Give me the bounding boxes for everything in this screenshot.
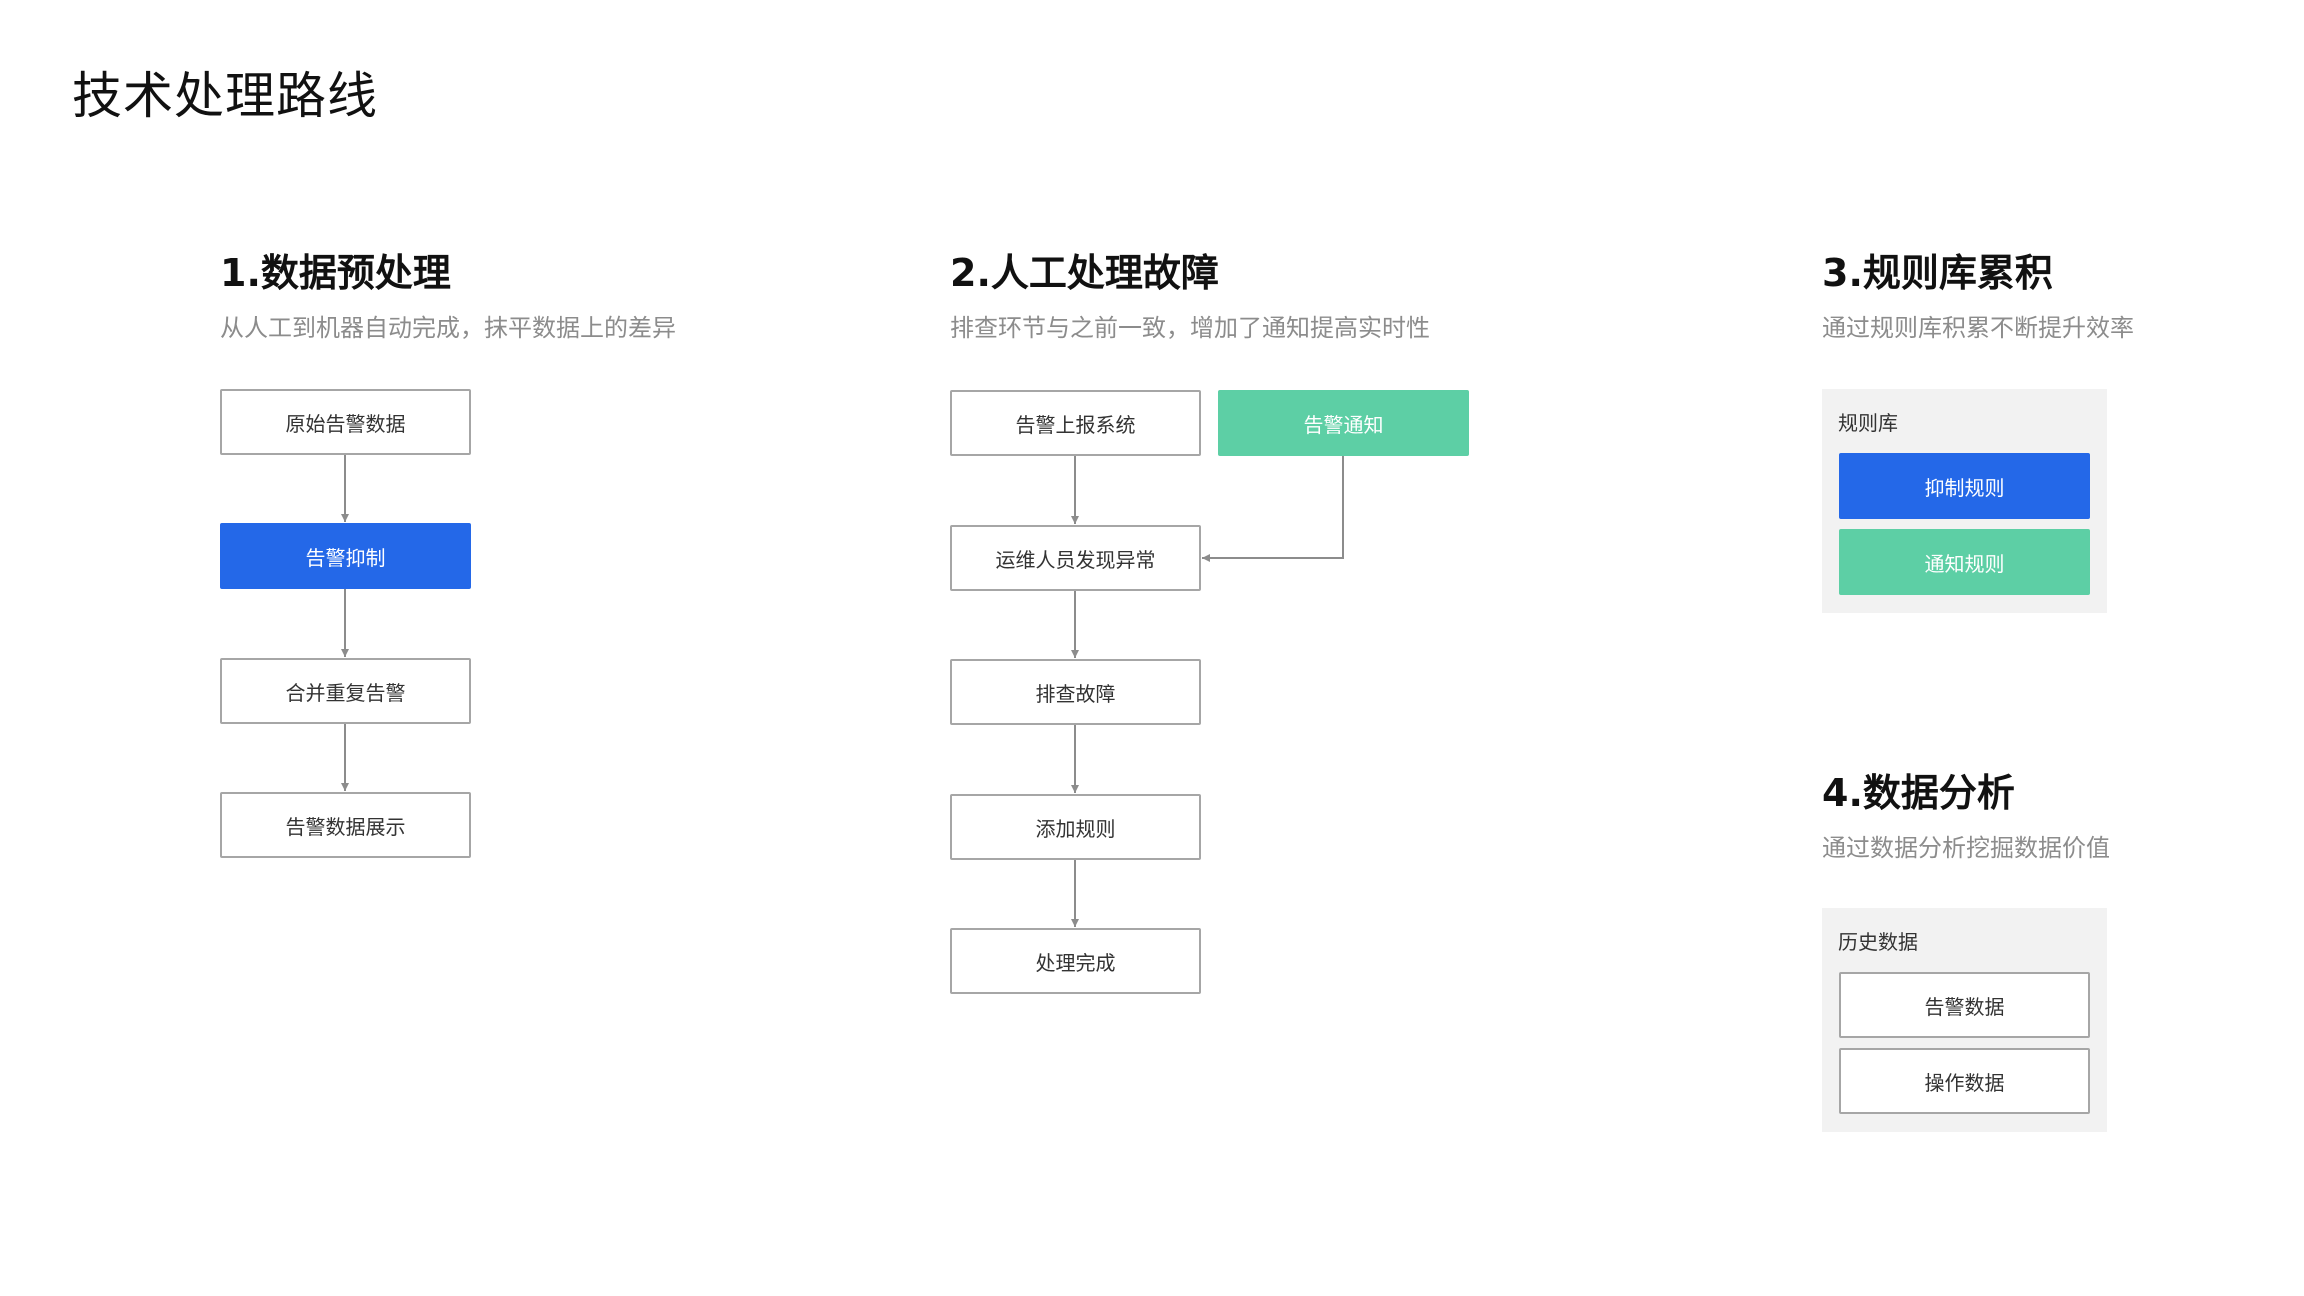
section-4-subtitle: 通过数据分析挖掘数据价值 [1822, 834, 2110, 862]
section-3-subtitle: 通过规则库积累不断提升效率 [1822, 314, 2134, 342]
node-alarm-notification: 告警通知 [1218, 390, 1469, 456]
section-2-title: 2.人工处理故障 [950, 251, 1219, 295]
node-alarm-suppression: 告警抑制 [220, 523, 471, 589]
arrow-notification-to-detect [1202, 456, 1344, 562]
node-troubleshoot: 排查故障 [950, 659, 1201, 725]
node-add-rule: 添加规则 [950, 794, 1201, 860]
node-processing-complete: 处理完成 [950, 928, 1201, 994]
history-data-label: 历史数据 [1838, 930, 1918, 954]
section-3-title: 3.规则库累积 [1822, 251, 2053, 295]
rule-library-label: 规则库 [1838, 411, 1898, 435]
section-1-title: 1.数据预处理 [220, 251, 451, 295]
node-alarm-data-display: 告警数据展示 [220, 792, 471, 858]
section-4-title: 4.数据分析 [1822, 771, 2015, 815]
node-ops-detect-anomaly: 运维人员发现异常 [950, 525, 1201, 591]
suppression-rule-item: 抑制规则 [1839, 453, 2090, 519]
page-title: 技术处理路线 [72, 67, 378, 125]
rule-library-panel: 规则库 抑制规则 通知规则 [1822, 389, 2107, 613]
history-data-panel: 历史数据 告警数据 操作数据 [1822, 908, 2107, 1132]
notification-rule-item: 通知规则 [1839, 529, 2090, 595]
node-merge-duplicate-alarms: 合并重复告警 [220, 658, 471, 724]
alarm-data-item: 告警数据 [1839, 972, 2090, 1038]
operation-data-item: 操作数据 [1839, 1048, 2090, 1114]
section-2-subtitle: 排查环节与之前一致，增加了通知提高实时性 [950, 314, 1430, 342]
section-1-subtitle: 从人工到机器自动完成，抹平数据上的差异 [220, 314, 676, 342]
node-raw-alarm-data: 原始告警数据 [220, 389, 471, 455]
node-alarm-report-system: 告警上报系统 [950, 390, 1201, 456]
